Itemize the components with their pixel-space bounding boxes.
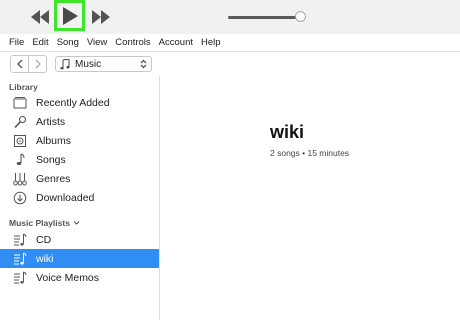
playlist-summary: 2 songs • 15 minutes [270,148,350,158]
playlist-icon [13,252,27,266]
playlist-icon [13,271,27,285]
playlist-title: wiki [270,122,305,142]
sidebar-item-label: Songs [36,153,66,166]
menu-bar: File Edit Song View Controls Account Help [0,34,460,52]
sidebar-item-artists[interactable]: Artists [0,112,159,131]
sidebar: Library Recently Added Artists Albums So… [0,76,160,320]
menu-file[interactable]: File [5,37,28,48]
sidebar-item-songs[interactable]: Songs [0,150,159,169]
chevron-down-icon [73,221,80,225]
sidebar-item-recently-added[interactable]: Recently Added [0,93,159,112]
genres-icon [13,172,27,186]
playlists-header[interactable]: Music Playlists [9,218,80,228]
sidebar-item-playlist-voice-memos[interactable]: Voice Memos [0,268,159,287]
sidebar-item-albums[interactable]: Albums [0,131,159,150]
chevron-right-icon [35,59,41,69]
sidebar-item-downloaded[interactable]: Downloaded [0,188,159,207]
menu-controls[interactable]: Controls [111,37,154,48]
menu-song[interactable]: Song [53,37,83,48]
sidebar-item-label: CD [36,233,52,246]
fast-forward-icon [92,10,110,24]
sidebar-item-label: Recently Added [36,96,110,109]
library-header: Library [9,82,38,92]
sidebar-item-label: Albums [36,134,72,147]
sidebar-item-playlist-wiki[interactable]: wiki [0,249,159,268]
sidebar-item-label: Genres [36,172,71,185]
chevron-updown-icon [140,59,147,69]
back-forward-group [10,55,47,73]
play-button[interactable] [54,0,85,31]
music-note-icon [60,58,70,69]
download-icon [13,191,27,205]
recently-added-icon [13,96,27,110]
navigation-row: Music [10,55,152,73]
playlist-icon [13,233,27,247]
rewind-button[interactable] [30,9,50,25]
menu-account[interactable]: Account [155,37,197,48]
chevron-left-icon [16,59,22,69]
volume-fill [228,16,300,19]
volume-knob[interactable] [295,11,306,22]
volume-slider[interactable] [228,16,300,19]
transport-bar [0,0,460,34]
sidebar-item-label: Downloaded [36,191,95,204]
play-icon [62,6,78,25]
album-icon [13,134,27,148]
sidebar-item-label: Voice Memos [36,271,100,284]
media-type-select[interactable]: Music [55,56,152,72]
forward-button[interactable] [28,56,46,72]
rewind-icon [31,10,49,24]
music-note-icon [13,152,27,167]
menu-edit[interactable]: Edit [28,37,52,48]
sidebar-item-genres[interactable]: Genres [0,169,159,188]
media-type-label: Music [75,58,102,70]
sidebar-item-label: Artists [36,115,66,128]
sidebar-item-playlist-cd[interactable]: CD [0,230,159,249]
playlists-header-label: Music Playlists [9,218,70,228]
fast-forward-button[interactable] [91,9,111,25]
menu-view[interactable]: View [83,37,111,48]
back-button[interactable] [11,56,28,72]
sidebar-item-label: wiki [36,252,54,265]
microphone-icon [13,115,27,129]
menu-help[interactable]: Help [197,37,225,48]
